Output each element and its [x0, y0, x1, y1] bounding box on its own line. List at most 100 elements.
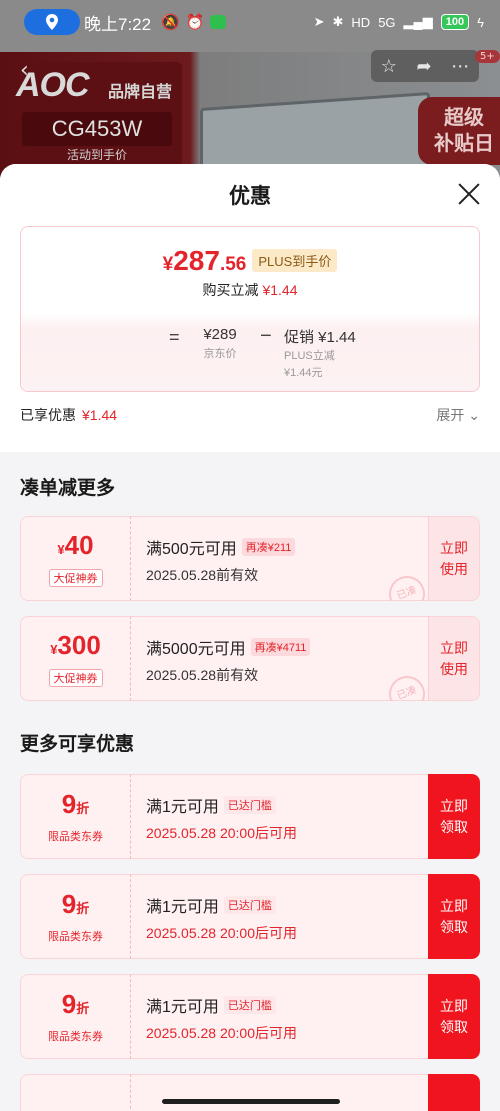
- claim-now-button[interactable]: 立即 领取: [428, 874, 480, 959]
- coupon-condition: 满5000元可用: [146, 641, 246, 658]
- coupon-type: 限品类东券: [48, 1030, 103, 1043]
- badge-line1: 超级: [444, 107, 484, 129]
- star-icon[interactable]: ☆: [381, 56, 397, 77]
- jd-price-value: ¥289: [203, 326, 237, 343]
- expand-toggle[interactable]: 展开 ⌄: [436, 405, 480, 425]
- coupon-card: ¥300 大促神券 满5000元可用 再凑¥4711 2025.05.28前有效 …: [20, 616, 480, 701]
- coupon-condition: 满1元可用: [146, 899, 219, 916]
- coupon-info: 满1元可用 已达门槛 2025.05.28 20:00后可用: [130, 874, 428, 959]
- home-indicator[interactable]: [162, 1099, 340, 1104]
- close-icon[interactable]: [456, 181, 482, 207]
- sheet-header: 优惠: [0, 164, 500, 226]
- claim-now-button[interactable]: 立即 领取: [428, 774, 480, 859]
- coupon-value-panel: 9折 限品类东券: [20, 774, 130, 859]
- alarm-icon: ⏰: [185, 14, 205, 31]
- status-right-icons: ➤ ✱ HD 5G ▂▄▆ 100 ϟ: [314, 14, 484, 30]
- price-breakdown-card: ¥287.56 PLUS到手价 购买立减 ¥1.44 = ¥289 京东价 − 促…: [20, 226, 480, 392]
- coupon-info: [130, 1074, 428, 1111]
- coupon-type: 大促神券: [48, 669, 103, 687]
- coupon-info: 满500元可用 再凑¥211 2025.05.28前有效 已凑: [130, 516, 431, 601]
- promo-label-1: PLUS立减: [284, 350, 335, 362]
- wechat-icon: [210, 15, 227, 29]
- section-title-more-savings: 凑单减更多: [20, 478, 116, 499]
- coupon-value-panel: 9折 限品类东券: [20, 974, 130, 1059]
- bluetooth-icon: ✱: [332, 14, 344, 29]
- coupon-value-panel: 9折 限品类东券: [20, 874, 130, 959]
- chevron-down-icon: ⌄: [468, 407, 480, 423]
- navigation-icon: ➤: [313, 14, 325, 29]
- coupon-amount: 9折: [61, 889, 90, 919]
- location-pill: [24, 9, 80, 35]
- enjoyed-label: 已享优惠: [20, 407, 76, 423]
- coupon-condition-row: 满1元可用 已达门槛: [146, 993, 428, 1017]
- final-price-row: ¥287.56 PLUS到手价: [21, 245, 479, 277]
- promo-block: 促销 ¥1.44 PLUS立减 ¥1.44元: [284, 326, 356, 381]
- promo-label-2: ¥1.44元: [284, 367, 323, 379]
- notification-count: 5+: [475, 50, 500, 63]
- coupon-condition: 满1元可用: [146, 999, 219, 1016]
- coupon-chip: 已达门槛: [223, 796, 276, 814]
- coupon-value-panel: ¥300 大促神券: [20, 616, 130, 701]
- coupon-info: 满1元可用 已达门槛 2025.05.28 20:00后可用: [130, 774, 428, 859]
- instant-reduce-row: 购买立减 ¥1.44: [21, 280, 479, 300]
- more-icon[interactable]: ⋯: [451, 56, 469, 77]
- coupon-amount: ¥300: [50, 630, 101, 660]
- model-subtitle: 活动到手价: [66, 148, 127, 162]
- location-pin-icon: [46, 14, 58, 30]
- coupon-chip: 已达门槛: [223, 896, 276, 914]
- coupon-condition-row: 满1元可用 已达门槛: [146, 893, 428, 917]
- coupon-condition-row: 满500元可用 再凑¥211: [146, 535, 428, 559]
- coupon-amount: 9折: [61, 789, 90, 819]
- coupon-type: 限品类东券: [48, 930, 103, 943]
- coupon-date: 2025.05.28前有效: [146, 667, 259, 683]
- coupon-condition: 满500元可用: [146, 541, 237, 558]
- enjoyed-discount-row: 已享优惠 ¥1.44 展开 ⌄: [20, 392, 480, 438]
- use-now-button[interactable]: 立即 使用: [428, 616, 480, 701]
- price-card-lower: [21, 313, 479, 391]
- model-name: CG453W: [22, 112, 172, 146]
- equals-sign: =: [169, 327, 180, 347]
- jd-price-label: 京东价: [203, 348, 237, 360]
- promo-value: 促销 ¥1.44: [284, 329, 356, 346]
- section-title-more-offers: 更多可享优惠: [20, 734, 135, 755]
- coupon-date: 2025.05.28前有效: [146, 567, 259, 583]
- charging-icon: ϟ: [477, 14, 484, 30]
- plus-price-tag: PLUS到手价: [252, 249, 338, 272]
- claim-now-button[interactable]: 立即 领取: [428, 974, 480, 1059]
- coupon-date: 2025.05.28 20:00后可用: [146, 825, 297, 841]
- coupon-amount: ¥40: [57, 530, 94, 560]
- claim-now-button[interactable]: [428, 1074, 480, 1111]
- brand-tag: 品牌自营: [108, 84, 173, 101]
- super-subsidy-badge: 超级 补贴日: [418, 97, 500, 165]
- coupon-card: 9折 限品类东券 满1元可用 已达门槛 2025.05.28 20:00后可用 立…: [20, 974, 480, 1059]
- coupon-info: 满5000元可用 再凑¥4711 2025.05.28前有效 已凑: [130, 616, 431, 701]
- minus-sign: −: [260, 325, 272, 347]
- use-now-button[interactable]: 立即 使用: [428, 516, 480, 601]
- share-icon[interactable]: ➦: [417, 56, 432, 77]
- coupon-chip: 已达门槛: [223, 996, 276, 1014]
- jd-price-block: ¥289 京东价: [191, 326, 249, 361]
- badge-line2: 补贴日: [434, 133, 494, 155]
- bell-off-icon: 🔕: [161, 14, 180, 31]
- coupon-condition-row: 满5000元可用 再凑¥4711: [146, 635, 428, 659]
- back-icon[interactable]: ‹: [20, 58, 29, 83]
- coupon-type: 限品类东券: [48, 830, 103, 843]
- status-bar: 晚上7:22 🔕 ⏰ ➤ ✱ HD 5G ▂▄▆ 100 ϟ: [0, 0, 500, 44]
- coupon-type: 大促神券: [48, 569, 103, 587]
- coupon-condition: 满1元可用: [146, 799, 219, 816]
- coupon-amount: 9折: [61, 989, 90, 1019]
- coupon-card: 9折 限品类东券 满1元可用 已达门槛 2025.05.28 20:00后可用 立…: [20, 774, 480, 859]
- coupon-chip: 再凑¥211: [241, 538, 296, 556]
- battery-indicator: 100: [440, 14, 470, 30]
- discount-sheet: 优惠 ¥287.56 PLUS到手价 购买立减 ¥1.44 = ¥289 京东价 …: [0, 164, 500, 1111]
- coupon-date: 2025.05.28 20:00后可用: [146, 1025, 297, 1041]
- instant-reduce-value: ¥1.44: [262, 282, 298, 298]
- coupon-card: 9折 限品类东券 满1元可用 已达门槛 2025.05.28 20:00后可用 立…: [20, 874, 480, 959]
- hd-icon: HD: [351, 14, 371, 30]
- sheet-title: 优惠: [229, 185, 271, 208]
- final-price: ¥287.56: [162, 245, 247, 276]
- coupon-card: ¥40 大促神券 满500元可用 再凑¥211 2025.05.28前有效 已凑 …: [20, 516, 480, 601]
- coupon-value-panel: [20, 1074, 130, 1111]
- coupon-info: 满1元可用 已达门槛 2025.05.28 20:00后可用: [130, 974, 428, 1059]
- coupon-date: 2025.05.28 20:00后可用: [146, 925, 297, 941]
